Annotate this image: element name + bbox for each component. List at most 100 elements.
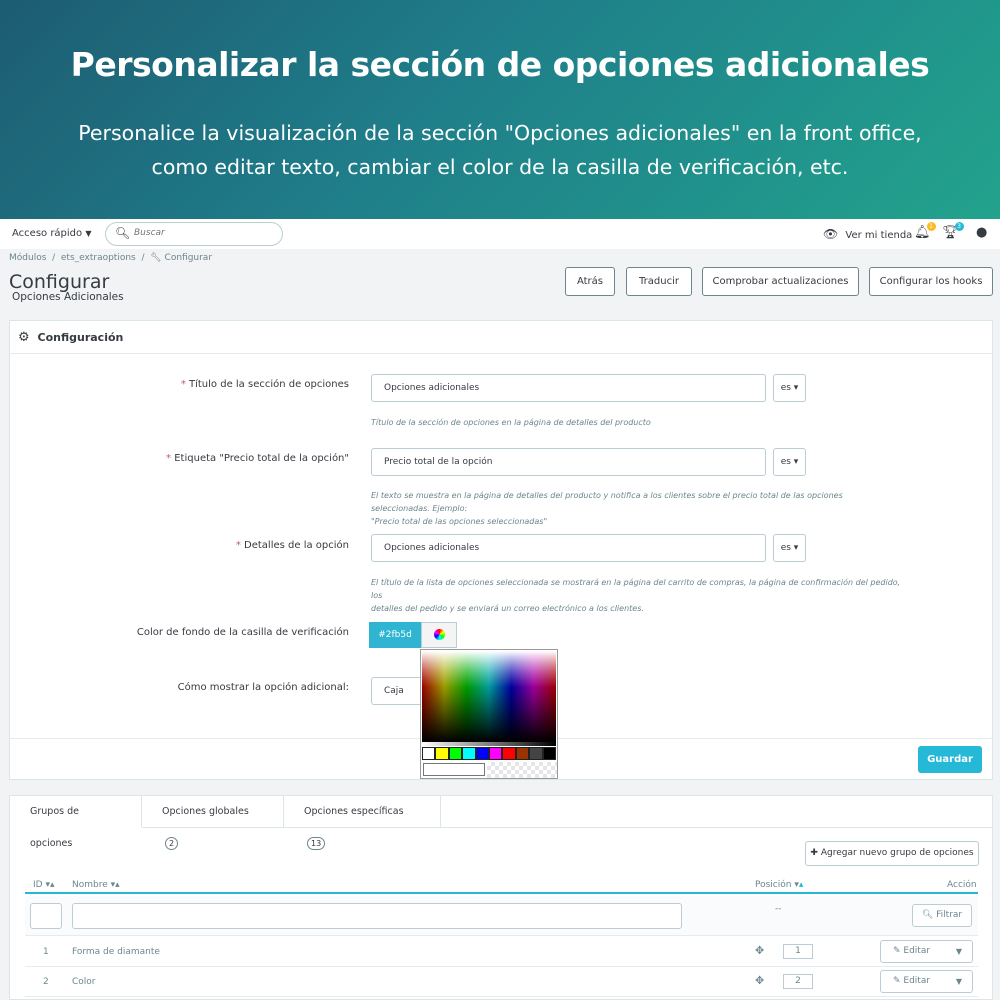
promo-banner: Personalizar la sección de opciones adic…: [0, 0, 1000, 219]
color-swatch[interactable]: [488, 747, 503, 760]
caret-down-icon[interactable]: ▼: [956, 971, 962, 992]
label-text: Título de la sección de opciones: [189, 379, 349, 390]
help-line: "Precio total de las opciones selecciona…: [371, 517, 548, 526]
column-position[interactable]: Posición ▾▴: [755, 880, 803, 890]
filter-id-input[interactable]: [30, 903, 62, 929]
tab-global-options[interactable]: Opciones globales 2: [142, 796, 284, 850]
edit-button[interactable]: ✎ Editar ▼: [880, 970, 973, 993]
color-swatch[interactable]: [435, 747, 449, 760]
count-badge: 13: [307, 837, 326, 850]
edit-label: Editar: [903, 946, 931, 956]
drag-handle-icon[interactable]: ✥: [755, 944, 764, 957]
quick-access-label: Acceso rápido: [12, 228, 83, 239]
section-title-label: * Título de la sección de opciones: [181, 379, 349, 390]
display-mode-label: Cómo mostrar la opción adicional:: [177, 682, 349, 693]
page-subtitle: Opciones Adicionales: [12, 291, 124, 303]
row-position: 1: [783, 944, 813, 959]
help-line: El texto se muestra en la página de deta…: [371, 491, 843, 513]
column-name[interactable]: Nombre ▾▴: [72, 880, 120, 890]
tab-label: Opciones específicas: [304, 806, 404, 817]
color-swatch[interactable]: [542, 747, 556, 760]
edit-button[interactable]: ✎ Editar ▼: [880, 940, 973, 963]
row-id: 1: [43, 947, 49, 957]
check-updates-button[interactable]: Comprobar actualizaciones: [702, 267, 859, 296]
color-spectrum[interactable]: [422, 651, 556, 742]
option-details-input[interactable]: Opciones adicionales: [371, 534, 766, 562]
tab-label: Grupos de opciones: [30, 806, 79, 849]
quick-access-menu[interactable]: Acceso rápido ▼: [12, 228, 92, 239]
translate-button[interactable]: Traducir: [626, 267, 692, 296]
trophy-badge: 3: [954, 222, 964, 231]
banner-line-1: Personalice la visualización de la secci…: [78, 121, 922, 145]
tab-label: Opciones globales: [162, 806, 249, 817]
color-swatch[interactable]: [448, 747, 463, 760]
brightness-slider[interactable]: [422, 742, 556, 746]
tab-specific-options[interactable]: Opciones específicas 13: [284, 796, 441, 850]
breadcrumb-item[interactable]: ets_extraoptions: [61, 253, 136, 263]
color-swatch[interactable]: [462, 747, 476, 760]
language-dropdown[interactable]: es ▾: [773, 374, 806, 402]
add-option-group-button[interactable]: ✚ Agregar nuevo grupo de opciones: [805, 841, 979, 866]
position-filter-placeholder: --: [775, 904, 782, 914]
required-marker: *: [235, 540, 241, 551]
color-swatch[interactable]: [422, 747, 436, 760]
tab-option-groups[interactable]: Grupos de opciones: [10, 796, 142, 849]
column-action: Acción: [947, 880, 977, 890]
header-text: Nombre: [72, 880, 108, 890]
page-title: Configurar: [9, 271, 110, 293]
wrench-icon: 🔧︎: [150, 253, 162, 263]
panel-title: Configuración: [37, 331, 124, 344]
search-input[interactable]: [134, 228, 274, 238]
lang-code: es: [780, 543, 791, 553]
section-title-input[interactable]: Opciones adicionales: [371, 374, 766, 402]
drag-handle-icon[interactable]: ✥: [755, 974, 764, 987]
panel-header: ⚙ Configuración: [10, 321, 992, 354]
language-dropdown[interactable]: es ▾: [773, 448, 806, 476]
option-details-help: El título de la lista de opciones selecc…: [371, 576, 901, 615]
lang-code: es: [780, 457, 791, 467]
table-row[interactable]: 2 Color ✥ 2 ✎ Editar ▼: [25, 967, 978, 997]
caret-down-icon[interactable]: ▼: [956, 941, 962, 962]
filter-name-input[interactable]: [72, 903, 682, 929]
color-wheel-icon: [433, 629, 445, 640]
back-button[interactable]: Atrás: [565, 267, 615, 296]
user-account-icon[interactable]: ●: [976, 225, 987, 240]
language-dropdown[interactable]: es ▾: [773, 534, 806, 562]
filter-button[interactable]: 🔍︎ Filtrar: [912, 904, 972, 927]
trophy-icon[interactable]: 🏆︎ 3: [942, 222, 964, 240]
column-id[interactable]: ID ▾▴: [33, 880, 55, 890]
transparency-preview: [487, 762, 557, 778]
color-swatch[interactable]: [502, 747, 516, 760]
lang-code: es: [780, 383, 791, 393]
picker-hex-input[interactable]: [423, 763, 485, 776]
table-row[interactable]: 1 Forma de diamante ✥ 1 ✎ Editar ▼: [25, 937, 978, 967]
row-name: Color: [72, 977, 96, 987]
notifications-bell-icon[interactable]: 🔔︎ 1: [914, 222, 936, 240]
view-store-link[interactable]: 👁︎ Ver mi tienda: [823, 227, 912, 241]
help-line: El título de la lista de opciones selecc…: [371, 578, 901, 600]
row-position: 2: [783, 974, 813, 989]
filter-label: Filtrar: [936, 910, 963, 920]
count-badge: 2: [165, 837, 179, 850]
color-swatches: [422, 747, 556, 760]
configure-hooks-button[interactable]: Configurar los hooks: [869, 267, 993, 296]
view-store-label: Ver mi tienda: [845, 230, 913, 241]
breadcrumb: Módulos / ets_extraoptions / 🔧︎ Configur…: [9, 253, 213, 263]
gear-icon: ⚙: [18, 330, 30, 345]
color-swatch[interactable]: [515, 747, 530, 760]
save-button[interactable]: Guardar: [918, 746, 982, 773]
color-picker-button[interactable]: [421, 622, 457, 648]
plus-icon: ✚: [810, 848, 818, 858]
edit-label: Editar: [903, 976, 931, 986]
label-text: Etiqueta "Precio total de la opción": [174, 453, 349, 464]
total-price-help: El texto se muestra en la página de deta…: [371, 489, 901, 528]
checkbox-color-input[interactable]: #2fb5d: [369, 622, 421, 648]
color-swatch[interactable]: [529, 747, 543, 760]
color-swatch[interactable]: [475, 747, 489, 760]
total-price-label: * Etiqueta "Precio total de la opción": [166, 453, 349, 464]
banner-line-2: como editar texto, cambiar el color de l…: [151, 155, 849, 179]
breadcrumb-item[interactable]: Módulos: [9, 253, 46, 263]
total-price-input[interactable]: Precio total de la opción: [371, 448, 766, 476]
search-box[interactable]: 🔍︎: [105, 222, 283, 246]
header-text: ID: [33, 880, 43, 890]
